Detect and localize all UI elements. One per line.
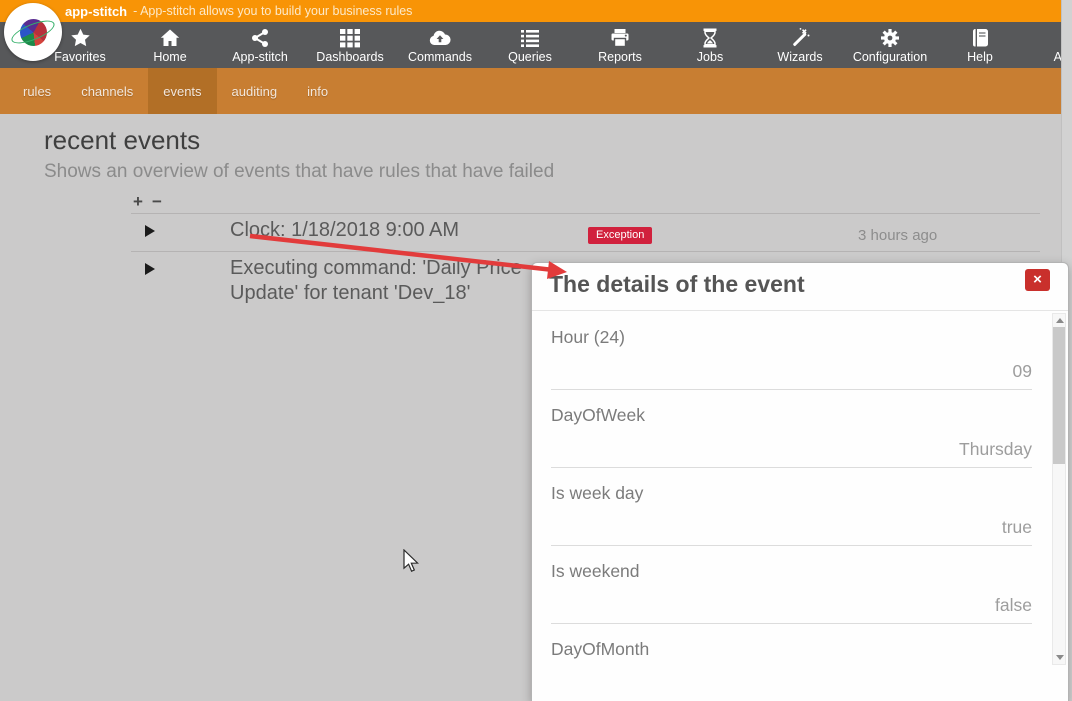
nav-item-jobs[interactable]: Jobs — [665, 22, 755, 68]
event-timestamp: 3 hours ago — [858, 227, 937, 244]
modal-scrollbar[interactable] — [1052, 313, 1066, 665]
subnav-item-info[interactable]: info — [292, 68, 343, 114]
subnav-item-channels[interactable]: channels — [66, 68, 148, 114]
field-value: true — [1002, 517, 1032, 538]
event-details-modal: The details of the event × Hour (24) 09 … — [531, 262, 1069, 701]
field-label: Is weekend — [551, 561, 640, 582]
main-navigation: Favorites Home App-stitch Dashboards Com… — [0, 22, 1072, 68]
expand-caret-icon[interactable] — [145, 225, 155, 237]
field-value: false — [995, 595, 1032, 616]
exception-badge: Exception — [588, 227, 652, 244]
top-brand-bar: app-stitch - App-stitch allows you to bu… — [0, 0, 1072, 22]
nav-item-label: Wizards — [777, 50, 822, 64]
expand-collapse-controls: +− — [133, 192, 171, 212]
nav-item-help[interactable]: Help — [935, 22, 1025, 68]
field-row: DayOfWeek Thursday — [551, 390, 1032, 468]
expand-all-button[interactable]: + — [133, 192, 143, 211]
book-icon — [970, 27, 990, 49]
field-row: DayOfMonth — [551, 624, 1032, 665]
home-icon — [160, 27, 180, 49]
subnav-label: info — [307, 84, 328, 99]
event-title: Executing command: 'Daily Price Update' … — [230, 252, 552, 314]
nav-item-queries[interactable]: Queries — [485, 22, 575, 68]
nav-item-wizards[interactable]: Wizards — [755, 22, 845, 68]
subnav-label: events — [163, 84, 201, 99]
nav-item-label: Dashboards — [316, 50, 383, 64]
star-icon — [70, 27, 91, 49]
field-label: Is week day — [551, 483, 643, 504]
magic-wand-icon — [789, 27, 811, 49]
page-subtitle: Shows an overview of events that have ru… — [44, 161, 554, 183]
nav-item-label: Help — [967, 50, 993, 64]
nav-item-label: Configuration — [853, 50, 927, 64]
subnav-label: channels — [81, 84, 133, 99]
gear-icon — [880, 27, 900, 49]
expand-caret-icon[interactable] — [145, 263, 155, 275]
brand-tagline: - App-stitch allows you to build your bu… — [133, 4, 412, 18]
grid-icon — [340, 27, 360, 49]
nav-item-configuration[interactable]: Configuration — [845, 22, 935, 68]
app-stitch-window: { "topbar": { "brand": "app-stitch", "ta… — [0, 0, 1072, 701]
field-label: Hour (24) — [551, 327, 625, 348]
modal-header: The details of the event × — [532, 263, 1068, 311]
brand-name: app-stitch — [65, 4, 127, 19]
nav-item-label: Commands — [408, 50, 472, 64]
modal-field-list: Hour (24) 09 DayOfWeek Thursday Is week … — [532, 312, 1068, 665]
nav-item-label: App-stitch — [232, 50, 288, 64]
list-icon — [520, 27, 540, 49]
nav-item-label: Favorites — [54, 50, 105, 64]
field-label: DayOfWeek — [551, 405, 645, 426]
subnav-item-rules[interactable]: rules — [8, 68, 66, 114]
page-title: recent events — [44, 125, 200, 156]
scrollbar-thumb[interactable] — [1053, 327, 1065, 464]
nav-item-label: Jobs — [697, 50, 723, 64]
nav-item-label: Queries — [508, 50, 552, 64]
subnav-item-events[interactable]: events — [148, 68, 216, 114]
cloud-upload-icon — [429, 27, 451, 49]
nav-item-commands[interactable]: Commands — [395, 22, 485, 68]
field-label: DayOfMonth — [551, 639, 649, 660]
scroll-up-icon[interactable] — [1056, 318, 1064, 323]
event-row[interactable]: Clock: 1/18/2018 9:00 AM Exception 3 hou… — [131, 214, 1040, 252]
field-value: Thursday — [959, 439, 1032, 460]
nav-item-app-stitch[interactable]: App-stitch — [215, 22, 305, 68]
nav-item-label: Reports — [598, 50, 642, 64]
nav-item-home[interactable]: Home — [125, 22, 215, 68]
collapse-all-button[interactable]: − — [152, 192, 162, 211]
field-row: Is week day true — [551, 468, 1032, 546]
scroll-down-icon[interactable] — [1056, 655, 1064, 660]
share-icon — [250, 27, 270, 49]
close-icon[interactable]: × — [1025, 269, 1050, 291]
field-row: Hour (24) 09 — [551, 312, 1032, 390]
printer-icon — [610, 27, 630, 49]
field-value: 09 — [1013, 361, 1032, 382]
subnav-label: auditing — [232, 84, 278, 99]
nav-item-dashboards[interactable]: Dashboards — [305, 22, 395, 68]
nav-item-label: Home — [153, 50, 186, 64]
modal-title: The details of the event — [549, 271, 805, 298]
field-row: Is weekend false — [551, 546, 1032, 624]
subnav-label: rules — [23, 84, 51, 99]
hourglass-icon — [700, 27, 720, 49]
sub-navigation: rules channels events auditing info — [0, 68, 1072, 114]
nav-item-reports[interactable]: Reports — [575, 22, 665, 68]
app-stitch-logo[interactable] — [4, 3, 62, 61]
subnav-item-auditing[interactable]: auditing — [217, 68, 293, 114]
